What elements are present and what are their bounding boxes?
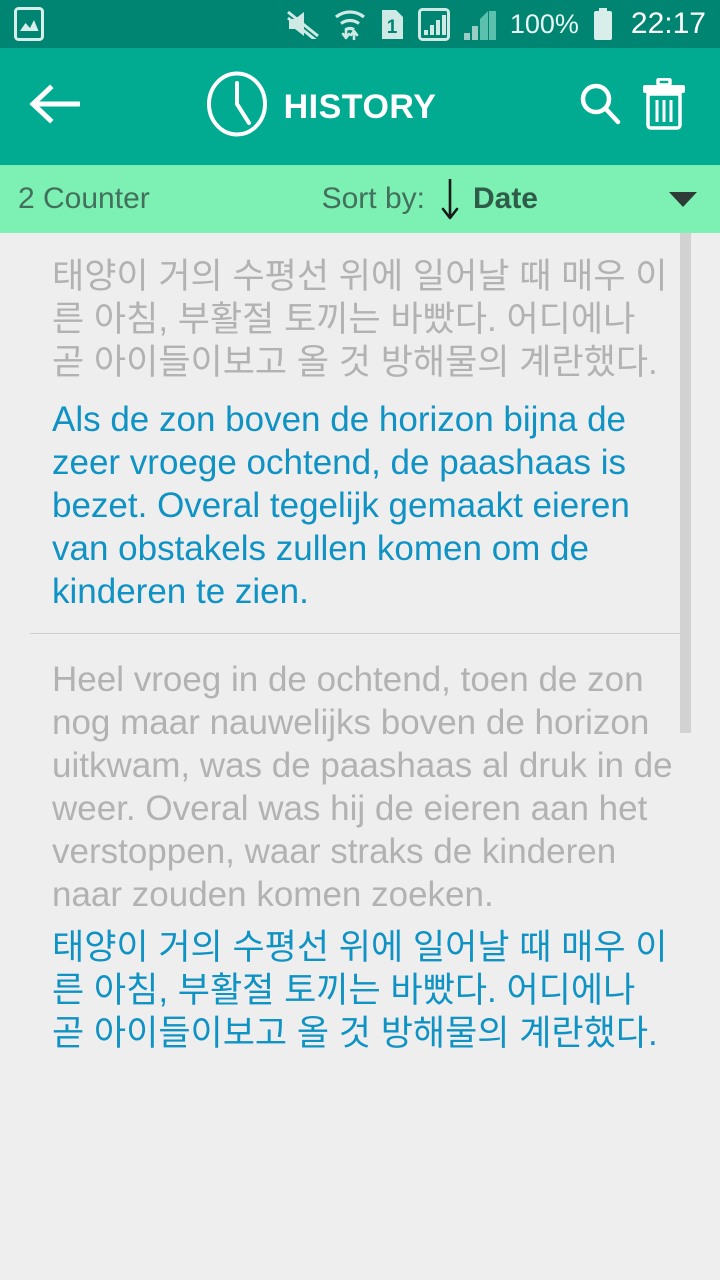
scrollbar-thumb[interactable] (680, 233, 691, 733)
list-item[interactable]: 태양이 거의 수평선 위에 일어날 때 매우 이른 아침, 부활절 토끼는 바빴… (0, 233, 720, 613)
svg-text:1: 1 (387, 17, 398, 38)
page-title: HISTORY (283, 87, 437, 126)
arrow-down-icon[interactable] (439, 177, 461, 221)
entry-translation-text: Als de zon boven de horizon bijna de zee… (52, 400, 630, 611)
search-button[interactable] (568, 75, 632, 139)
history-list[interactable]: 태양이 거의 수평선 위에 일어날 때 매우 이른 아침, 부활절 토끼는 바빴… (0, 233, 720, 1280)
sort-value-label: Date (472, 182, 538, 215)
signal-bars-icon (417, 7, 450, 41)
entry-source-text: Heel vroeg in de ochtend, toen de zon no… (52, 660, 673, 914)
battery-percent-label: 100% (509, 8, 579, 39)
scrollbar[interactable] (680, 233, 691, 1280)
app-bar-title-block: HISTORY (74, 71, 568, 142)
entry-translation-text: 태양이 거의 수평선 위에 일어날 때 매우 이른 아침, 부활절 토끼는 바빴… (52, 928, 668, 1053)
status-bar-clock: 22:17 (630, 7, 706, 40)
wifi-transfer-icon (333, 8, 367, 41)
sort-selector[interactable]: Sort by: Date (322, 177, 538, 221)
battery-full-icon (592, 7, 614, 41)
sort-by-label: Sort by: (321, 182, 425, 215)
sim-1-icon: 1 (380, 8, 405, 41)
delete-button[interactable] (632, 75, 696, 139)
sort-bar: 2 Counter Sort by: Date (0, 165, 720, 233)
image-gallery-icon (14, 7, 44, 41)
counter-label: 2 Counter (18, 182, 150, 215)
chevron-down-icon[interactable] (668, 189, 698, 209)
clock-icon (206, 71, 268, 142)
app-bar: HISTORY (0, 48, 720, 165)
status-bar-left (14, 7, 44, 41)
signal-bars-secondary-icon (463, 8, 497, 41)
mute-icon (286, 9, 320, 44)
app-screen: 1 100% 22:17 HISTORY 2 Counter Sort by: … (0, 0, 720, 1280)
status-bar-right: 1 100% 22:17 (286, 7, 706, 44)
entry-source-text: 태양이 거의 수평선 위에 일어날 때 매우 이른 아침, 부활절 토끼는 바빴… (52, 257, 668, 382)
list-item[interactable]: Heel vroeg in de ochtend, toen de zon no… (0, 634, 720, 1055)
search-icon (576, 80, 624, 133)
status-bar: 1 100% 22:17 (0, 0, 720, 48)
trash-icon (641, 77, 687, 135)
